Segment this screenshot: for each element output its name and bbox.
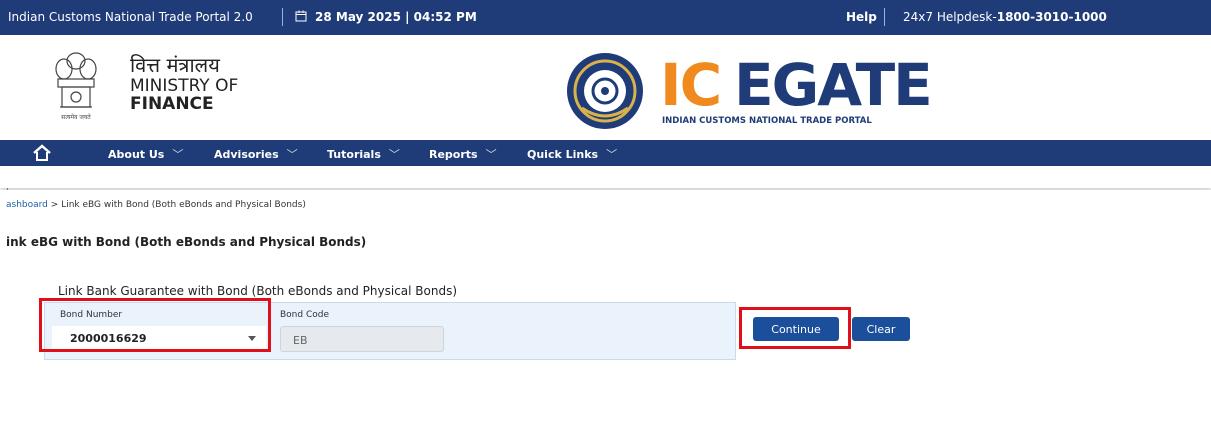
top-bar: Indian Customs National Trade Portal 2.0… xyxy=(0,0,1211,35)
emblem-motto: सत्यमेव जयते xyxy=(61,113,91,121)
chevron-down-icon: ﹀ xyxy=(485,148,497,161)
svg-text:INDIAN CUSTOMS NATIONAL TRADE: INDIAN CUSTOMS NATIONAL TRADE PORTAL xyxy=(662,116,872,126)
helpdesk-number: 1800-3010-1000 xyxy=(996,10,1107,24)
help-link[interactable]: Help xyxy=(846,10,877,24)
nav-reports-label: Reports xyxy=(429,148,478,161)
datetime: 28 May 2025 | 04:52 PM xyxy=(315,10,477,24)
page-title: ink eBG with Bond (Both eBonds and Physi… xyxy=(6,235,367,249)
nav-reports[interactable]: Reports ﹀ xyxy=(429,146,497,162)
nav-tutorials-label: Tutorials xyxy=(327,148,381,161)
bond-code-value: EB xyxy=(293,334,308,347)
divider xyxy=(884,8,885,26)
nav-tutorials[interactable]: Tutorials ﹀ xyxy=(327,146,400,162)
ministry-hindi: वित्त मंत्रालय xyxy=(130,53,220,77)
breadcrumb-separator: > xyxy=(50,200,59,210)
breadcrumb: ashboard > Link eBG with Bond (Both eBon… xyxy=(6,200,306,210)
main-nav: About Us ﹀ Advisories ﹀ Tutorials ﹀ Reports… xyxy=(0,140,1211,166)
helpdesk: 24x7 Helpdesk-1800-3010-1000 xyxy=(903,10,1107,24)
ministry-logo: वित्त मंत्रालय MINISTRY OF FINANCE xyxy=(130,55,238,113)
nav-advisories[interactable]: Advisories ﹀ xyxy=(214,146,298,162)
breadcrumb-dashboard[interactable]: ashboard xyxy=(6,200,48,210)
chevron-down-icon: ﹀ xyxy=(286,148,298,161)
icegate-logo: IC EGATE 2.0 INDIAN CUSTOMS NATIONAL TRA… xyxy=(660,51,930,126)
svg-text:IC: IC xyxy=(660,51,720,119)
nav-quick-links[interactable]: Quick Links ﹀ xyxy=(527,146,617,162)
continue-button[interactable]: Continue xyxy=(753,317,839,341)
chevron-down-icon: ﹀ xyxy=(606,148,618,161)
nav-about-us-label: About Us xyxy=(108,148,165,161)
national-emblem-icon: सत्यमेव जयते xyxy=(55,52,97,121)
sub-header-strip xyxy=(0,166,1211,188)
svg-text:2.0: 2.0 xyxy=(908,96,923,105)
site-header: सत्यमेव जयते वित्त मंत्रालय MINISTRY OF … xyxy=(0,35,1211,140)
nav-about-us[interactable]: About Us ﹀ xyxy=(108,146,183,162)
calendar-icon xyxy=(295,10,307,22)
nav-quick-links-label: Quick Links xyxy=(527,148,599,161)
breadcrumb-current: Link eBG with Bond (Both eBonds and Phys… xyxy=(61,200,306,210)
customs-seal-icon xyxy=(567,53,643,129)
ministry-line2: FINANCE xyxy=(130,94,214,114)
chevron-down-icon: ﹀ xyxy=(388,148,400,161)
portal-name: Indian Customs National Trade Portal 2.0 xyxy=(8,10,253,24)
helpdesk-label: 24x7 Helpdesk- xyxy=(903,10,997,24)
continue-button-label: Continue xyxy=(771,323,821,336)
form-title: Link Bank Guarantee with Bond (Both eBon… xyxy=(58,284,458,298)
nav-advisories-label: Advisories xyxy=(214,148,279,161)
ministry-line1: MINISTRY OF xyxy=(130,76,239,96)
divider xyxy=(282,8,283,26)
highlight-box-bond-number xyxy=(39,298,271,352)
home-icon[interactable] xyxy=(32,144,52,162)
chevron-down-icon: ﹀ xyxy=(172,148,184,161)
clear-button[interactable]: Clear xyxy=(852,317,910,341)
bond-code-label: Bond Code xyxy=(280,310,329,320)
bond-code-field: EB xyxy=(280,326,444,352)
svg-text:EGATE: EGATE xyxy=(734,51,930,119)
clear-button-label: Clear xyxy=(866,323,896,336)
